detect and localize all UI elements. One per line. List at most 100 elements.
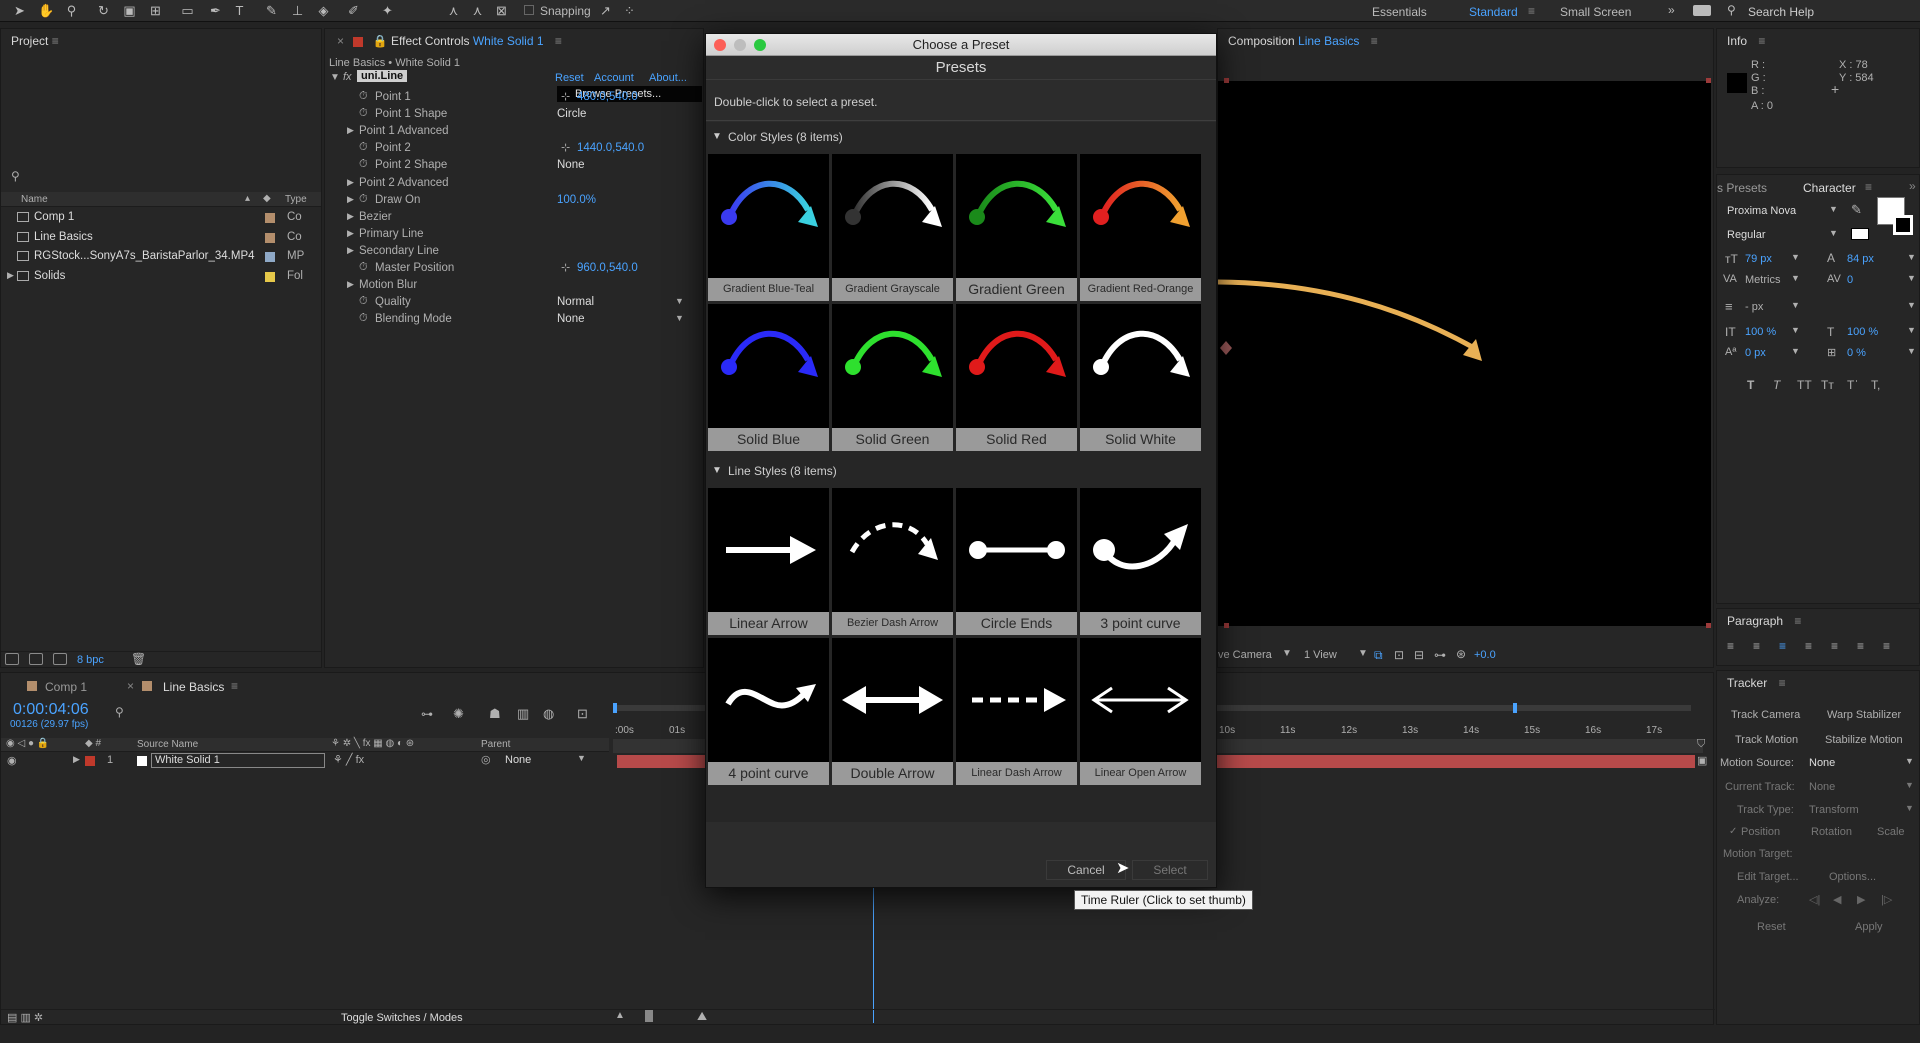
timeline-icon[interactable]: ⊟ xyxy=(1414,648,1424,662)
panel-menu-icon[interactable]: ≡ xyxy=(1794,614,1801,628)
sync-icon[interactable] xyxy=(1693,5,1711,16)
navigator-start-handle[interactable] xyxy=(613,703,617,713)
tab-character[interactable]: Character xyxy=(1803,181,1856,195)
camera-dropdown-icon[interactable]: ▼ xyxy=(1282,648,1292,659)
zoom-tool-icon[interactable]: ⚲ xyxy=(64,3,79,18)
style-dropdown-icon[interactable]: ▼ xyxy=(1829,228,1838,238)
layer-row[interactable]: ◉ ▶ 1 White Solid 1 ⚘ ╱ fx ◎ None ▼ xyxy=(1,753,609,769)
exposure-icon[interactable]: ⊛ xyxy=(1456,647,1466,661)
eraser-tool-icon[interactable]: ◈ xyxy=(316,3,331,18)
position-crosshair-icon[interactable]: ⊹ xyxy=(561,141,570,154)
justify-center-icon[interactable]: ≡ xyxy=(1831,639,1838,653)
color-styles-twirl-icon[interactable]: ▼ xyxy=(712,131,722,142)
search-help-input[interactable]: Search Help xyxy=(1748,5,1814,19)
property-twirl-icon[interactable]: ▶ xyxy=(347,279,354,290)
stopwatch-icon[interactable]: ⏱ xyxy=(359,107,368,120)
camera-select[interactable]: ve Camera xyxy=(1218,649,1272,661)
toggle-view-icon[interactable]: ⧉ xyxy=(1374,648,1383,663)
select-button[interactable]: Select xyxy=(1132,860,1208,880)
subscript-icon[interactable]: T, xyxy=(1871,378,1880,392)
effect-property[interactable]: ▶ Primary Line xyxy=(325,227,703,243)
faux-italic-icon[interactable]: T xyxy=(1773,378,1780,392)
baseline-shift-value[interactable]: 0 px xyxy=(1745,347,1766,359)
preset-thumbnail[interactable]: Circle Ends xyxy=(956,488,1077,635)
stopwatch-icon[interactable]: ⏱ xyxy=(359,193,368,206)
zoom-out-icon[interactable]: ▲ xyxy=(615,1010,625,1021)
zoom-in-icon[interactable]: ⛰ xyxy=(697,1009,707,1024)
workspace-overflow-icon[interactable]: » xyxy=(1668,3,1675,17)
analyze-forward-frame-icon[interactable]: |▷ xyxy=(1881,893,1892,906)
presets-scroll-area[interactable]: ▼ Color Styles (8 items) Gradient Blue-T… xyxy=(706,122,1216,822)
all-caps-icon[interactable]: TT xyxy=(1797,378,1812,392)
effect-property[interactable]: ▶ Point 1 Advanced xyxy=(325,124,703,140)
fx-twirl-icon[interactable]: ▼ xyxy=(330,72,340,83)
effect-property[interactable]: ▶ Motion Blur xyxy=(325,278,703,294)
parent-pick-whip-icon[interactable]: ◎ xyxy=(481,753,491,766)
panel-overflow-icon[interactable]: » xyxy=(1909,179,1916,193)
pen-tool-icon[interactable]: ✒ xyxy=(208,3,223,18)
type-column-header[interactable]: Type xyxy=(285,194,307,205)
position-crosshair-icon[interactable]: ⊹ xyxy=(561,261,570,274)
property-twirl-icon[interactable]: ▶ xyxy=(347,177,354,188)
view-dropdown-icon[interactable]: ▼ xyxy=(1358,648,1368,659)
workspace-menu-icon[interactable]: ≡ xyxy=(1528,4,1535,18)
motion-source-dropdown-icon[interactable]: ▼ xyxy=(1905,756,1914,766)
line-styles-twirl-icon[interactable]: ▼ xyxy=(712,465,722,476)
snap-edges-icon[interactable]: ↗ xyxy=(598,3,613,18)
comp-flowchart-icon[interactable]: ⊶ xyxy=(421,707,433,721)
project-item[interactable]: Line Basics Co xyxy=(1,230,321,247)
tsume-dropdown-icon[interactable]: ▼ xyxy=(1907,346,1916,356)
property-value[interactable]: None xyxy=(557,159,585,171)
warp-stabilizer-button[interactable]: Warp Stabilizer xyxy=(1827,709,1901,721)
stopwatch-icon[interactable]: ⏱ xyxy=(359,261,368,274)
graph-editor-icon[interactable]: ⊡ xyxy=(577,706,588,722)
zoom-window-button[interactable] xyxy=(754,39,766,51)
new-folder-icon[interactable] xyxy=(29,653,43,665)
analyze-backward-icon[interactable]: ◀ xyxy=(1833,893,1841,906)
baseline-dropdown-icon[interactable]: ▼ xyxy=(1791,346,1800,356)
exposure-value[interactable]: +0.0 xyxy=(1474,649,1496,661)
edit-target-button[interactable]: Edit Target... xyxy=(1737,871,1799,883)
hscale-dropdown-icon[interactable]: ▼ xyxy=(1907,325,1916,335)
effect-property[interactable]: ▶ Point 2 Advanced xyxy=(325,176,703,192)
search-icon[interactable]: ⚲ xyxy=(1727,3,1736,17)
composition-viewer[interactable] xyxy=(1218,78,1711,628)
delete-icon[interactable]: 🗑 xyxy=(131,652,146,666)
preset-thumbnail[interactable]: Linear Open Arrow xyxy=(1080,638,1201,785)
stroke-width-value[interactable]: - px xyxy=(1745,301,1763,313)
project-item[interactable]: RGStock...SonyA7s_BaristaParlor_34.MP4 MP xyxy=(1,249,321,266)
motion-source-select[interactable]: None xyxy=(1809,757,1835,769)
leading-value[interactable]: 84 px xyxy=(1847,253,1874,265)
panel-menu-icon[interactable]: ≡ xyxy=(1371,34,1378,48)
source-name-column-header[interactable]: Source Name xyxy=(137,739,198,750)
hand-tool-icon[interactable]: ✋ xyxy=(38,3,54,18)
preset-thumbnail[interactable]: Gradient Blue-Teal xyxy=(708,154,829,301)
effect-property[interactable]: ▶ Secondary Line xyxy=(325,244,703,260)
folder-twirl-icon[interactable]: ▶ xyxy=(7,270,14,281)
font-style-select[interactable]: Regular xyxy=(1727,229,1766,241)
track-type-select[interactable]: Transform xyxy=(1809,804,1859,816)
name-column-header[interactable]: Name xyxy=(21,194,48,205)
type-tool-icon[interactable]: T xyxy=(232,3,247,18)
font-size-value[interactable]: 79 px xyxy=(1745,253,1772,265)
roto-brush-tool-icon[interactable]: ✐ xyxy=(346,3,361,18)
snap-features-icon[interactable]: ⁘ xyxy=(622,3,637,18)
project-item[interactable]: Comp 1 Co xyxy=(1,210,321,227)
preset-thumbnail[interactable]: Solid White xyxy=(1080,304,1201,451)
property-twirl-icon[interactable]: ▶ xyxy=(347,125,354,136)
effect-property[interactable]: ⏱ Quality Normal ▼ xyxy=(325,295,703,311)
effect-account-link[interactable]: Account xyxy=(594,72,634,84)
analyze-back-frame-icon[interactable]: ◁| xyxy=(1809,893,1820,906)
tsume-value[interactable]: 0 % xyxy=(1847,347,1866,359)
stopwatch-icon[interactable]: ⏱ xyxy=(359,312,368,325)
property-twirl-icon[interactable]: ▶ xyxy=(347,211,354,222)
stroke-type-dropdown-icon[interactable]: ▼ xyxy=(1907,300,1916,310)
panel-menu-icon[interactable]: ≡ xyxy=(52,34,59,48)
horizontal-scale-value[interactable]: 100 % xyxy=(1847,326,1878,338)
preset-thumbnail[interactable]: Linear Arrow xyxy=(708,488,829,635)
stopwatch-icon[interactable]: ⏱ xyxy=(359,141,368,154)
panel-menu-icon[interactable]: ≡ xyxy=(555,34,562,48)
track-motion-button[interactable]: Track Motion xyxy=(1735,734,1798,746)
stroke-color-swatch[interactable] xyxy=(1893,215,1913,235)
selection-tool-icon[interactable]: ➤ xyxy=(12,3,27,18)
